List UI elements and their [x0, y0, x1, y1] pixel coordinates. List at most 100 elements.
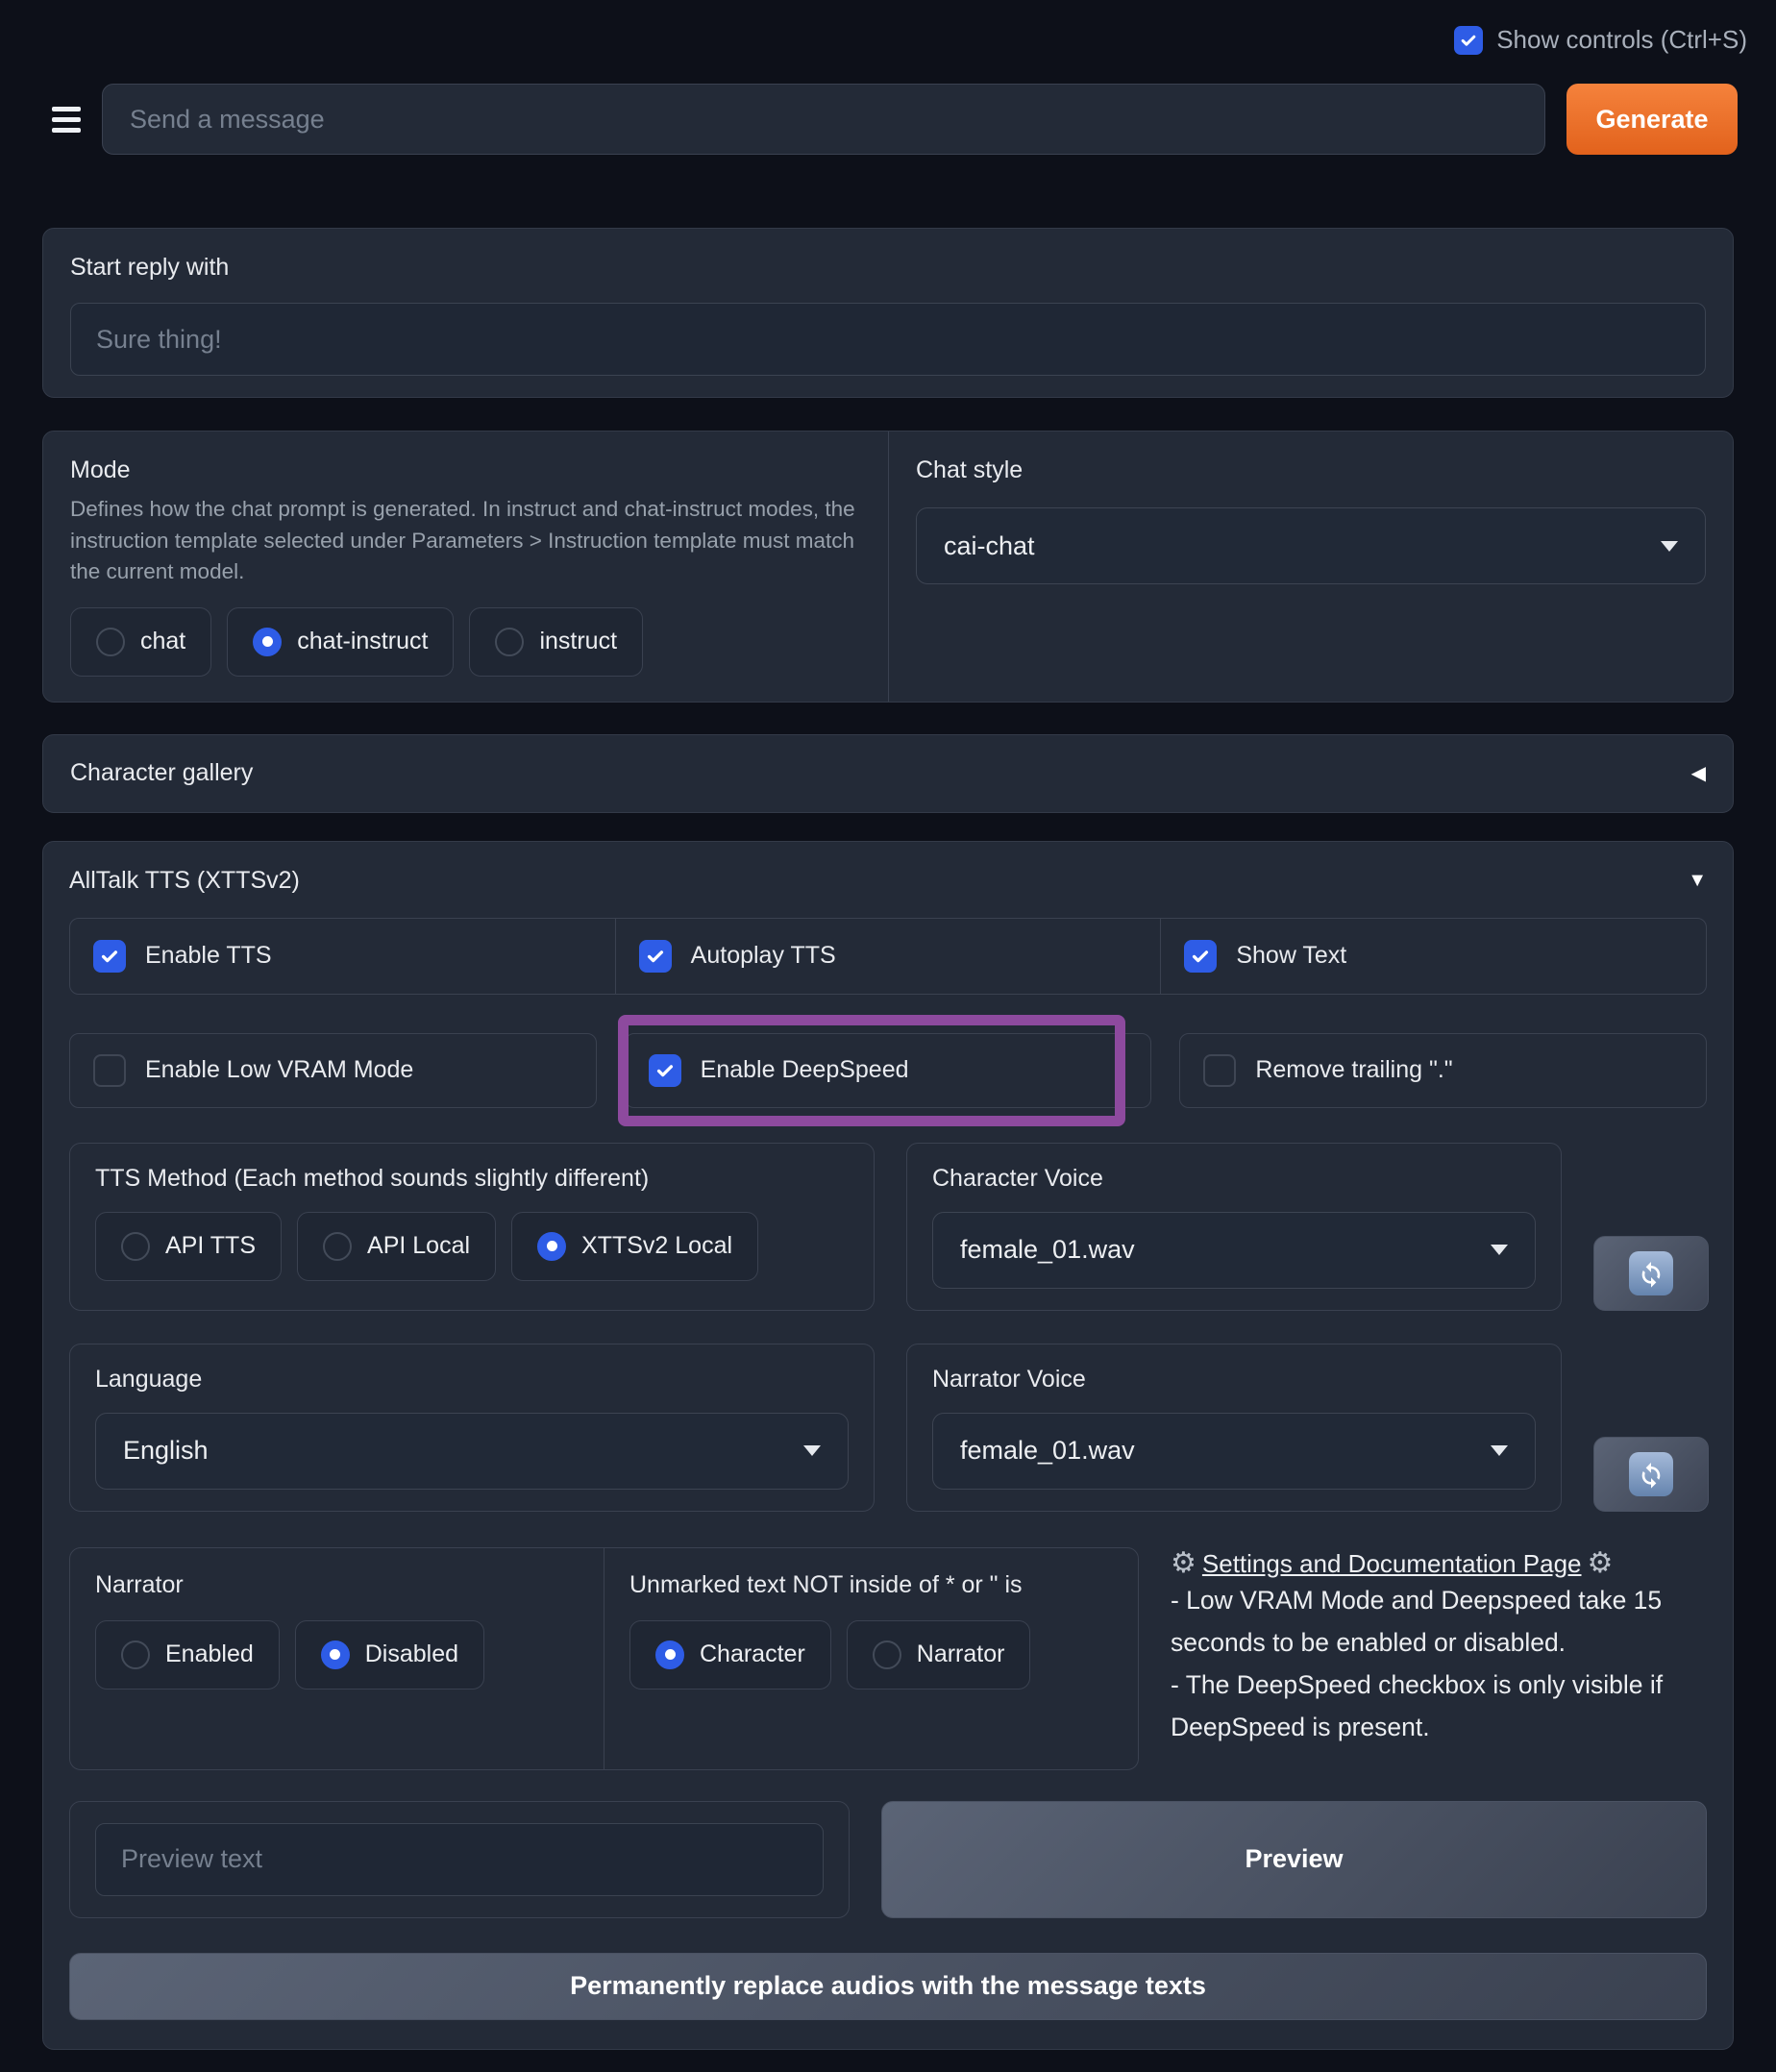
narrator-enabled-option[interactable]: Enabled [95, 1619, 280, 1690]
checkbox-icon [638, 939, 672, 973]
message-bar: Generate [38, 84, 1738, 155]
narrator-options: Enabled Disabled [95, 1619, 579, 1690]
checkbox-icon [1184, 939, 1218, 973]
chat-style-dropdown[interactable]: cai-chat [916, 507, 1706, 584]
alltalk-header[interactable]: AllTalk TTS (XTTSv2) ▼ [69, 867, 1707, 895]
radio-icon [323, 1231, 353, 1261]
mode-option-label: chat-instruct [297, 628, 429, 655]
tts-method-xttsv2-local[interactable]: XTTSv2 Local [511, 1211, 759, 1281]
character-voice-refresh-button[interactable] [1593, 1235, 1709, 1311]
start-reply-input[interactable] [70, 303, 1706, 376]
refresh-icon [1629, 1250, 1673, 1295]
mode-option-label: instruct [539, 628, 618, 655]
generate-button[interactable]: Generate [1566, 84, 1738, 155]
preview-text-group [69, 1800, 850, 1918]
docs-link-row: ⚙ Settings and Documentation Page ⚙ [1171, 1549, 1707, 1579]
radio-icon [537, 1231, 567, 1261]
character-gallery-label: Character gallery [70, 759, 254, 787]
checkbox-label: Enable DeepSpeed [700, 1056, 909, 1084]
unmarked-character-option[interactable]: Character [629, 1619, 831, 1690]
language-label: Language [95, 1365, 203, 1393]
radio-icon [96, 627, 125, 656]
chevron-down-icon [1491, 1245, 1508, 1256]
unmarked-narrator-option[interactable]: Narrator [846, 1619, 1031, 1690]
tts-method-api-tts[interactable]: API TTS [95, 1211, 283, 1281]
enable-tts-checkbox[interactable]: Enable TTS [70, 918, 616, 994]
character-voice-value: female_01.wav [960, 1235, 1135, 1265]
gear-icon: ⚙ [1171, 1547, 1196, 1580]
checkbox-icon [93, 939, 126, 973]
tts-method-api-local[interactable]: API Local [297, 1211, 497, 1281]
unmarked-text-section: Unmarked text NOT inside of * or " is Ch… [604, 1547, 1138, 1769]
gear-icon: ⚙ [1587, 1547, 1614, 1580]
chevron-down-icon [803, 1445, 821, 1457]
narrator-voice-group: Narrator Voice female_01.wav [906, 1343, 1562, 1512]
tts-toggles-strip: Enable TTS Autoplay TTS Show Text [69, 917, 1707, 995]
autoplay-tts-checkbox[interactable]: Autoplay TTS [616, 918, 1162, 994]
preview-text-input[interactable] [95, 1822, 824, 1896]
radio-icon [253, 627, 283, 656]
checkbox-label: Enable Low VRAM Mode [145, 1056, 414, 1084]
refresh-icon [1629, 1451, 1673, 1496]
method-voice-row: TTS Method (Each method sounds slightly … [69, 1142, 1709, 1311]
narrator-voice-refresh-button[interactable] [1593, 1436, 1709, 1512]
replace-audios-button[interactable]: Permanently replace audios with the mess… [69, 1952, 1707, 2020]
preview-button[interactable]: Preview [881, 1800, 1707, 1918]
show-controls-row: Show controls (Ctrl+S) [0, 0, 1776, 55]
radio-icon [320, 1640, 350, 1669]
alltalk-panel: AllTalk TTS (XTTSv2) ▼ Enable TTS Autopl… [42, 840, 1734, 2050]
mode-chatstyle-panel: Mode Defines how the chat prompt is gene… [42, 431, 1734, 703]
radio-label: Character [700, 1640, 805, 1668]
mode-option-label: chat [140, 628, 186, 655]
radio-label: Enabled [165, 1640, 254, 1668]
checkbox-label: Autoplay TTS [690, 942, 836, 970]
alltalk-title: AllTalk TTS (XTTSv2) [69, 866, 300, 894]
character-voice-dropdown[interactable]: female_01.wav [932, 1211, 1536, 1289]
language-value: English [123, 1436, 209, 1466]
chevron-down-icon [1661, 540, 1678, 552]
checkbox-icon [648, 1053, 681, 1087]
show-text-checkbox[interactable]: Show Text [1161, 919, 1706, 994]
deepspeed-checkbox[interactable]: Enable DeepSpeed [617, 1014, 1152, 1126]
checkbox-label: Show Text [1236, 942, 1347, 970]
language-voice-row: Language English Narrator Voice female_0… [69, 1343, 1709, 1512]
mode-option-chat[interactable]: chat [70, 606, 212, 677]
remove-trailing-checkbox[interactable]: Remove trailing "." [1179, 1032, 1708, 1108]
message-input[interactable] [102, 84, 1545, 155]
tts-method-label: TTS Method (Each method sounds slightly … [95, 1164, 650, 1192]
preview-row: Preview [69, 1800, 1707, 1918]
narrator-voice-label: Narrator Voice [932, 1365, 1086, 1393]
mode-options: chat chat-instruct instruct [70, 606, 861, 677]
tts-method-options: API TTS API Local XTTSv2 Local [95, 1211, 849, 1281]
tts-method-group: TTS Method (Each method sounds slightly … [69, 1142, 875, 1311]
narrator-disabled-option[interactable]: Disabled [294, 1619, 485, 1690]
character-voice-label: Character Voice [932, 1164, 1103, 1192]
character-voice-group: Character Voice female_01.wav [906, 1142, 1562, 1311]
mode-option-chat-instruct[interactable]: chat-instruct [227, 606, 455, 677]
narrator-label: Narrator [95, 1570, 184, 1598]
chat-style-section: Chat style cai-chat [888, 432, 1733, 702]
narrator-voice-dropdown[interactable]: female_01.wav [932, 1412, 1536, 1490]
checkbox-icon [1203, 1053, 1237, 1087]
unmarked-text-options: Character Narrator [629, 1619, 1113, 1690]
show-controls-label: Show controls (Ctrl+S) [1496, 25, 1747, 54]
settings-docs-link[interactable]: Settings and Documentation Page [1202, 1549, 1582, 1579]
radio-label: Narrator [916, 1640, 1005, 1668]
checkbox-label: Remove trailing "." [1255, 1056, 1453, 1084]
mode-option-instruct[interactable]: instruct [469, 606, 644, 677]
show-controls-checkbox[interactable] [1454, 25, 1484, 55]
chevron-down-icon [1491, 1445, 1508, 1457]
docs-note-1: - Low VRAM Mode and Deepspeed take 15 se… [1171, 1585, 1663, 1657]
tts-options-row: Enable Low VRAM Mode Enable DeepSpeed Re… [69, 1014, 1708, 1126]
narrator-voice-value: female_01.wav [960, 1436, 1135, 1466]
narrator-unmarked-group: Narrator Enabled Disabled Unmarked text [69, 1546, 1139, 1770]
language-dropdown[interactable]: English [95, 1412, 849, 1490]
chat-style-label: Chat style [916, 456, 1024, 483]
low-vram-checkbox[interactable]: Enable Low VRAM Mode [69, 1032, 597, 1108]
narrator-section: Narrator Enabled Disabled [70, 1548, 604, 1769]
character-gallery-header[interactable]: Character gallery ◀ [42, 733, 1734, 813]
docs-section: ⚙ Settings and Documentation Page ⚙ - Lo… [1171, 1547, 1707, 1770]
radio-label: XTTSv2 Local [581, 1232, 733, 1260]
menu-icon[interactable] [52, 106, 81, 133]
checkbox-icon [93, 1053, 126, 1087]
